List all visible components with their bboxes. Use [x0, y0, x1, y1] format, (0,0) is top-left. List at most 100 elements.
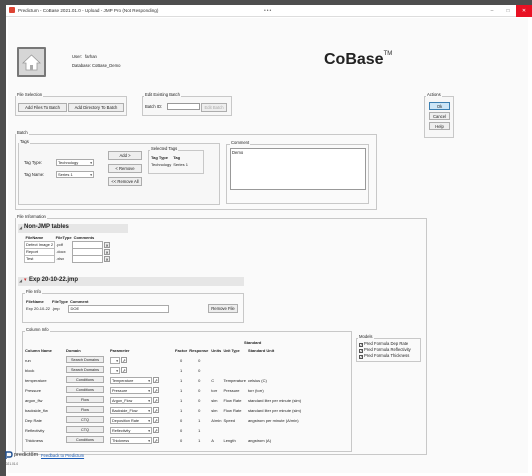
edit-parameter-icon[interactable]: ⇗: [153, 387, 159, 393]
standard-unit-cell: standard liter per minute (slm): [247, 407, 302, 413]
domain-button[interactable]: Search Domains: [66, 366, 104, 373]
more-dots-icon[interactable]: •••: [264, 8, 272, 14]
domain-button[interactable]: Conditions: [66, 386, 104, 393]
tag-cell: Series 1: [173, 162, 188, 167]
parameter-dropdown[interactable]: Deposition Rate ▾: [110, 416, 152, 424]
domain-button[interactable]: Search Domains: [66, 356, 104, 363]
domain-button[interactable]: CTQ: [66, 426, 104, 433]
chevron-down-icon: ▾: [148, 408, 150, 413]
factor-cell: 0: [180, 417, 183, 423]
remove-all-tags-button[interactable]: << Remove All: [108, 177, 142, 186]
comment-input[interactable]: [72, 240, 104, 249]
parameter-dropdown[interactable]: Reflectivity ▾: [110, 426, 152, 434]
close-window-button[interactable]: ✕: [516, 5, 532, 17]
factor-cell: 0: [180, 437, 183, 443]
edit-parameter-icon[interactable]: ⇗: [153, 397, 159, 403]
edit-parameter-icon[interactable]: ⇗: [153, 427, 159, 433]
domain-cell: Flow: [65, 406, 109, 414]
table-row: run Search Domains ▾ ⇗ 0 0: [24, 356, 302, 364]
unit-type-cell: Flow Rate: [223, 397, 242, 403]
table-row: Thickness Conditions Thickness ▾ ⇗ 0 1 A Length a…: [24, 436, 302, 444]
add-tag-button[interactable]: Add >: [108, 151, 142, 160]
tag-type-dropdown[interactable]: Technology ▾: [56, 159, 94, 166]
file-info-title: File Info: [25, 289, 42, 294]
domain-button[interactable]: Conditions: [66, 376, 104, 383]
comment-input[interactable]: [72, 254, 104, 263]
batch-id-label: Batch ID:: [145, 104, 163, 109]
domain-button[interactable]: Conditions: [66, 436, 104, 443]
red-triangle-menu-icon[interactable]: ▾: [24, 277, 27, 283]
col-header: Column Name: [25, 348, 52, 353]
domain-cell: CTQ: [65, 416, 109, 424]
unit-type-cell: [222, 366, 246, 374]
standard-unit-cell: [247, 366, 302, 374]
non-jmp-title: Non-JMP tables: [24, 224, 69, 230]
domain-button[interactable]: CTQ: [66, 416, 104, 423]
file-information-title: File Information: [16, 214, 47, 219]
edit-parameter-icon[interactable]: ⇗: [121, 367, 127, 373]
chevron-down-icon: ▾: [148, 398, 150, 403]
trademark: ®: [31, 451, 34, 455]
parameter-value: Pressure: [112, 388, 128, 393]
tag-type-label: Tag Type:: [24, 160, 43, 165]
remove-file-button[interactable]: Remove File: [208, 304, 238, 313]
factor-cell: 1: [180, 407, 183, 413]
parameter-dropdown[interactable]: Thickness ▾: [110, 436, 152, 444]
parameter-dropdown[interactable]: Backside_Flow ▾: [110, 406, 152, 414]
remove-row-icon[interactable]: ✕: [104, 255, 111, 262]
filetype-cell: .xlsx: [56, 256, 65, 261]
parameter-dropdown[interactable]: Argon_Flow ▾: [110, 396, 152, 404]
disclosure-icon[interactable]: ◢: [19, 278, 22, 283]
edit-parameter-icon[interactable]: ⇗: [153, 437, 159, 443]
domain-cell: Search Domains: [65, 356, 109, 364]
feedback-link[interactable]: Feedback to Predictum: [41, 453, 84, 458]
comment-input[interactable]: DOE: [68, 304, 170, 313]
comment-textarea[interactable]: Demo: [230, 148, 366, 190]
table-row[interactable]: Technology Series 1: [150, 161, 189, 168]
comment-input[interactable]: [72, 247, 104, 256]
tag-name-dropdown[interactable]: Series 1 ▾: [56, 171, 94, 178]
remove-row-icon[interactable]: ✕: [104, 241, 111, 248]
col-header: Response: [189, 348, 209, 353]
parameter-dropdown[interactable]: Temperature ▾: [110, 376, 152, 384]
title-bar: Predictum - CoBase 2021.01.0 - Upload - …: [6, 5, 532, 17]
remove-tag-button[interactable]: < Remove: [108, 164, 142, 173]
factor-cell: 1: [180, 387, 183, 393]
model-label: Pred Formula Thickness: [364, 353, 410, 358]
ok-button[interactable]: Ok: [429, 102, 450, 110]
tag-name-value: Series 1: [58, 172, 73, 177]
edit-parameter-icon[interactable]: ⇗: [153, 417, 159, 423]
parameter-dropdown[interactable]: ▾: [110, 366, 120, 374]
edit-parameter-icon[interactable]: ⇗: [153, 407, 159, 413]
domain-button[interactable]: Flow: [66, 406, 104, 413]
database-label: Database:: [72, 63, 92, 68]
filetype-cell: .pdf: [56, 242, 63, 247]
batch-id-input[interactable]: [167, 103, 200, 110]
model-checkbox[interactable]: ✓Pred Formula Thickness: [359, 353, 411, 359]
help-button[interactable]: Help: [429, 122, 450, 130]
parameter-value: Argon_Flow: [112, 398, 133, 403]
edit-parameter-icon[interactable]: ⇗: [121, 357, 127, 363]
edit-batch-button[interactable]: Edit Batch: [201, 103, 227, 112]
logo-text: CoBase: [324, 51, 384, 68]
minimize-button[interactable]: –: [484, 5, 500, 17]
cancel-button[interactable]: Cancel: [429, 112, 450, 120]
home-button[interactable]: [17, 47, 46, 77]
standard-unit-cell: [247, 356, 302, 364]
units-cell: [210, 426, 222, 434]
disclosure-icon[interactable]: ◢: [19, 225, 22, 230]
parameter-dropdown[interactable]: Pressure ▾: [110, 386, 152, 394]
edit-parameter-icon[interactable]: ⇗: [153, 377, 159, 383]
domain-cell: Conditions: [65, 376, 109, 384]
domain-button[interactable]: Flow: [66, 396, 104, 403]
column-name-cell: argon_flw: [25, 397, 43, 403]
logo-tm: TM: [383, 51, 393, 57]
tags-title: Tags: [19, 139, 30, 144]
parameter-dropdown[interactable]: ▾: [110, 356, 120, 364]
add-files-button[interactable]: Add Files To Batch: [18, 103, 67, 112]
add-directory-button[interactable]: Add Directory To Batch: [68, 103, 124, 112]
maximize-button[interactable]: □: [500, 5, 516, 17]
remove-row-icon[interactable]: ✕: [104, 248, 111, 255]
actions-title: Actions: [426, 92, 442, 97]
response-cell: 0: [198, 407, 201, 413]
